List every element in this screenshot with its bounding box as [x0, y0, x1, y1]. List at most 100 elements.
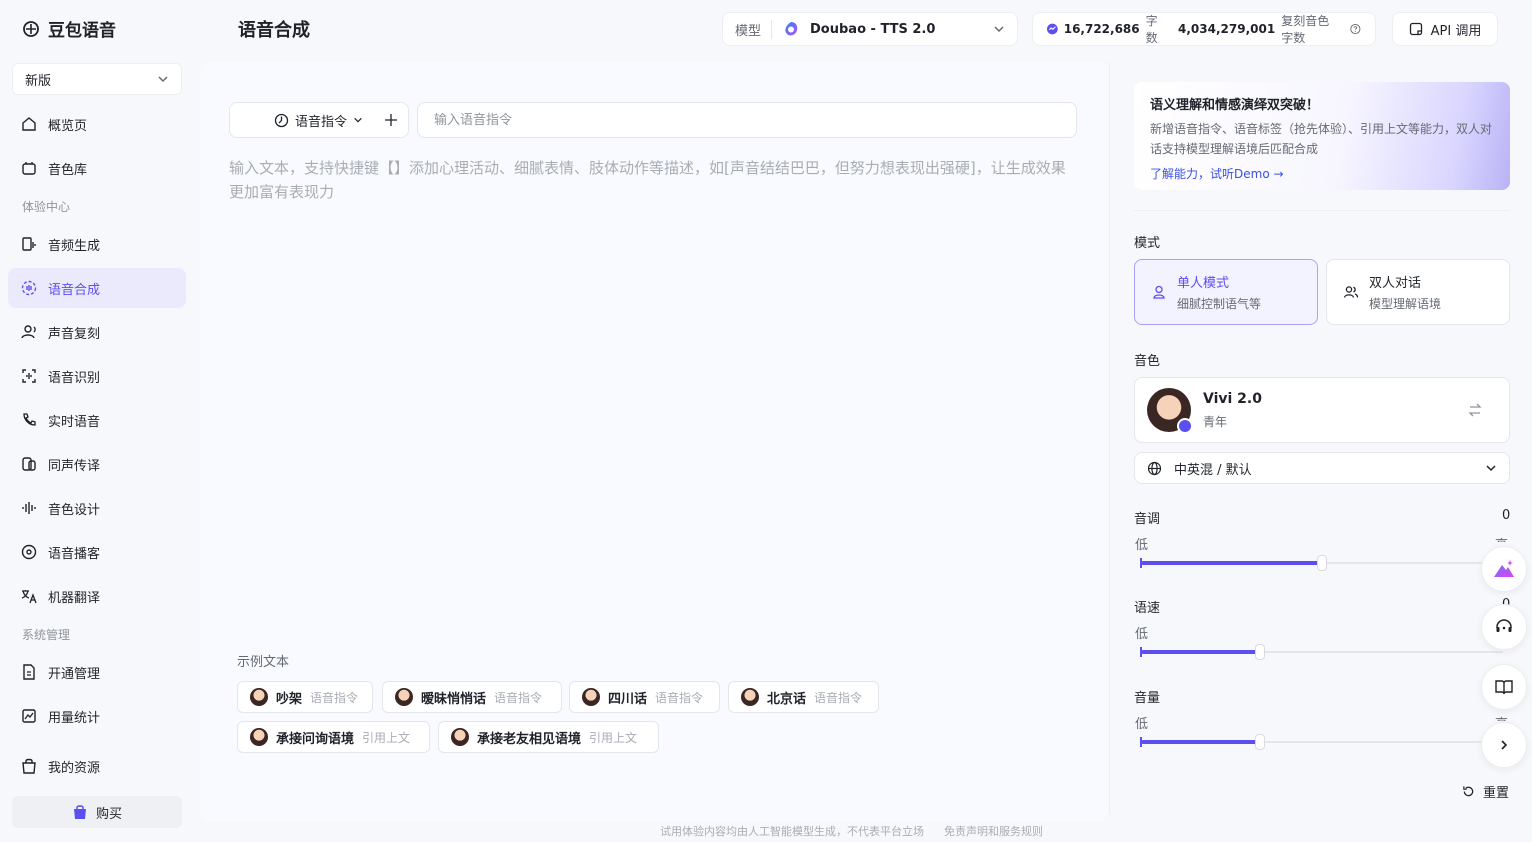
sidebar-item-machine-translation[interactable]: 机器翻译 [8, 576, 186, 616]
example-chip[interactable]: 暧昧悄悄话 语音指令 [382, 681, 562, 713]
sidebar-item-label: 语音合成 [48, 282, 101, 298]
speed-label: 语速 [1134, 601, 1161, 616]
reset-button[interactable]: 重置 [1462, 782, 1509, 801]
ai-assistant-button[interactable] [1481, 546, 1527, 592]
version-select[interactable]: 新版 [12, 63, 182, 95]
example-chip[interactable]: 北京话 语音指令 [728, 681, 879, 713]
sidebar-item-label: 机器翻译 [48, 590, 101, 606]
promo-link[interactable]: 了解能力，试听Demo → [1150, 165, 1284, 182]
pitch-value: 0 [1502, 508, 1511, 523]
sidebar-item-speech-synthesis[interactable]: 语音合成 [8, 268, 186, 308]
voice-avatar [451, 728, 469, 746]
pitch-high: 高 [1495, 534, 1508, 542]
reset-icon [1463, 786, 1474, 797]
shopping-bag-icon [73, 805, 86, 819]
api-button[interactable]: API 调用 [1392, 12, 1498, 46]
model-select[interactable]: 模型 Doubao - TTS 2.0 [722, 12, 1018, 46]
speech-recognition-icon [22, 369, 36, 383]
section-system: 系统管理 [22, 628, 71, 642]
headset-icon [1496, 619, 1512, 632]
examples-title: 示例文本 [237, 655, 290, 670]
speech-synthesis-icon [21, 280, 37, 296]
promo-desc: 新增语音指令、语音标签（抢先体验）、引用上文等能力，双人对话支持模型理解语境后匹… [1150, 122, 1493, 156]
quota-clone: 4,034,279,001 [1178, 22, 1276, 36]
sidebar-item-label: 语音识别 [48, 370, 101, 386]
voice-avatar [250, 728, 268, 746]
voice-library-icon [22, 162, 36, 175]
brand[interactable]: 豆包语音 [22, 16, 116, 41]
quota-chars: 16,722,686 [1063, 22, 1140, 36]
example-name: 暧昧悄悄话 [421, 691, 487, 707]
example-chip[interactable]: 承接老友相见语境 引用上文 [438, 721, 659, 753]
footer: 试用体验内容均由人工智能模型生成，不代表平台立场 免责声明和服务规则 [660, 823, 1043, 839]
promo-title: 语义理解和情感演绎双突破！ [1150, 98, 1320, 113]
translate-icon [21, 590, 37, 604]
voice-card[interactable]: Vivi 2.0 青年 [1134, 377, 1510, 443]
language-select[interactable]: 中英混 / 默认 [1134, 452, 1510, 484]
slider-thumb[interactable] [1255, 734, 1265, 750]
example-name: 承接问询语境 [276, 731, 355, 747]
footer-link[interactable]: 免责声明和服务规则 [944, 823, 1043, 839]
expand-button[interactable] [1481, 722, 1527, 768]
mode-dual-card[interactable]: 双人对话 模型理解语境 [1326, 259, 1510, 325]
voice-avatar [250, 688, 268, 706]
sidebar-item-simultaneous-interpretation[interactable]: 同声传译 [8, 444, 186, 484]
api-icon [1409, 22, 1422, 36]
buy-button[interactable]: 购买 [12, 796, 182, 828]
interpretation-icon [22, 457, 36, 471]
user-icon [1153, 285, 1165, 299]
example-tag: 语音指令 [494, 690, 543, 705]
add-instruction-button[interactable] [380, 109, 402, 131]
slider-thumb[interactable] [1255, 644, 1265, 660]
instruction-input[interactable] [417, 102, 1077, 138]
globe-icon [1147, 461, 1162, 475]
support-button[interactable] [1481, 604, 1527, 650]
volume-slider[interactable] [1140, 734, 1503, 750]
example-name: 北京话 [767, 691, 807, 707]
instruction-dropdown[interactable]: 语音指令 [274, 103, 363, 137]
voice-clone-icon [21, 325, 36, 339]
play-icon[interactable] [1177, 418, 1193, 434]
brand-name: 豆包语音 [48, 21, 116, 41]
docs-button[interactable] [1481, 664, 1527, 710]
swap-icon[interactable] [1467, 402, 1483, 418]
sidebar: 豆包语音 新版 概览页 音色库 体验中心 音频生成 语音合成 声音复刻 语音识别… [0, 0, 196, 842]
sidebar-item-activation[interactable]: 开通管理 [8, 652, 186, 692]
sidebar-item-my-resources[interactable]: 我的资源 [8, 746, 186, 786]
sidebar-item-label: 语音播客 [48, 546, 101, 562]
example-tag: 语音指令 [655, 690, 704, 705]
voice-name: Vivi 2.0 [1203, 391, 1262, 407]
example-name: 吵架 [276, 691, 303, 707]
sidebar-item-voice-library[interactable]: 音色库 [8, 148, 186, 188]
sidebar-item-label: 实时语音 [48, 414, 101, 430]
chevron-right-icon [1501, 740, 1508, 750]
sidebar-item-audio-generation[interactable]: 音频生成 [8, 224, 186, 264]
example-chip[interactable]: 承接问询语境 引用上文 [237, 721, 430, 753]
users-icon [1343, 286, 1359, 298]
sidebar-item-voice-podcast[interactable]: 语音播客 [8, 532, 186, 572]
text-input[interactable] [229, 156, 1079, 626]
example-tag: 引用上文 [589, 730, 638, 745]
help-icon[interactable] [1350, 22, 1361, 36]
example-chip[interactable]: 吵架 语音指令 [237, 681, 373, 713]
slider-fill [1140, 558, 1322, 568]
sidebar-item-speech-recognition[interactable]: 语音识别 [8, 356, 186, 396]
sidebar-item-realtime-voice[interactable]: 实时语音 [8, 400, 186, 440]
voice-avatar [741, 688, 759, 706]
sidebar-item-overview[interactable]: 概览页 [8, 104, 186, 144]
reset-label: 重置 [1483, 786, 1510, 801]
home-icon [22, 117, 36, 131]
mode-label: 模式 [1134, 236, 1161, 251]
chart-icon [22, 709, 36, 723]
speed-slider[interactable] [1140, 644, 1503, 660]
example-chip[interactable]: 四川话 语音指令 [569, 681, 720, 713]
pitch-slider[interactable] [1140, 555, 1503, 571]
sidebar-item-usage[interactable]: 用量统计 [8, 696, 186, 736]
chevron-down-icon [354, 117, 362, 123]
sidebar-item-voice-design[interactable]: 音色设计 [8, 488, 186, 528]
slider-thumb[interactable] [1317, 555, 1327, 571]
example-tag: 语音指令 [814, 690, 863, 705]
sidebar-item-voice-clone[interactable]: 声音复刻 [8, 312, 186, 352]
mode-single-card[interactable]: 单人模式 细腻控制语气等 [1134, 259, 1318, 325]
book-icon [1495, 680, 1513, 695]
